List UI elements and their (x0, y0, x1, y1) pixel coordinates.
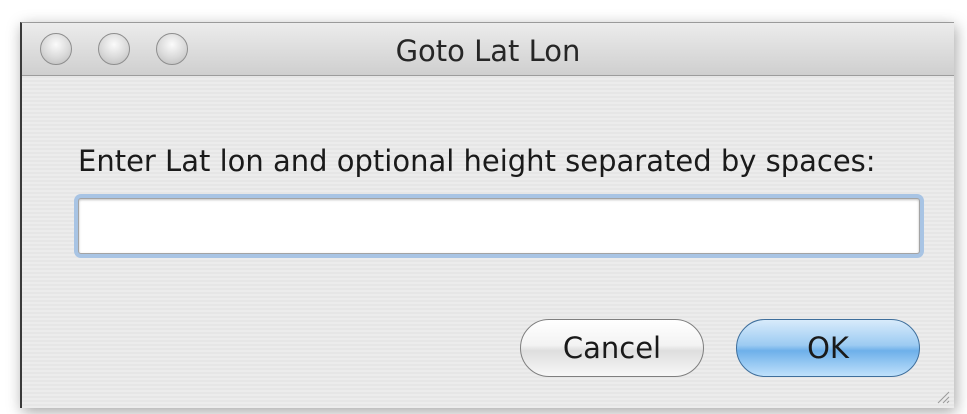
resize-grip-icon[interactable] (934, 388, 950, 404)
dialog-content: Enter Lat lon and optional height separa… (22, 76, 954, 408)
title-bar[interactable]: Goto Lat Lon (22, 23, 954, 76)
lat-lon-input[interactable] (78, 198, 920, 254)
screen: Goto Lat Lon Enter Lat lon and optional … (0, 0, 967, 414)
ok-button[interactable]: OK (736, 319, 920, 377)
window-title: Goto Lat Lon (395, 34, 581, 68)
prompt-label: Enter Lat lon and optional height separa… (78, 144, 876, 178)
goto-lat-lon-dialog: Goto Lat Lon Enter Lat lon and optional … (20, 22, 954, 408)
cancel-button[interactable]: Cancel (520, 319, 704, 377)
